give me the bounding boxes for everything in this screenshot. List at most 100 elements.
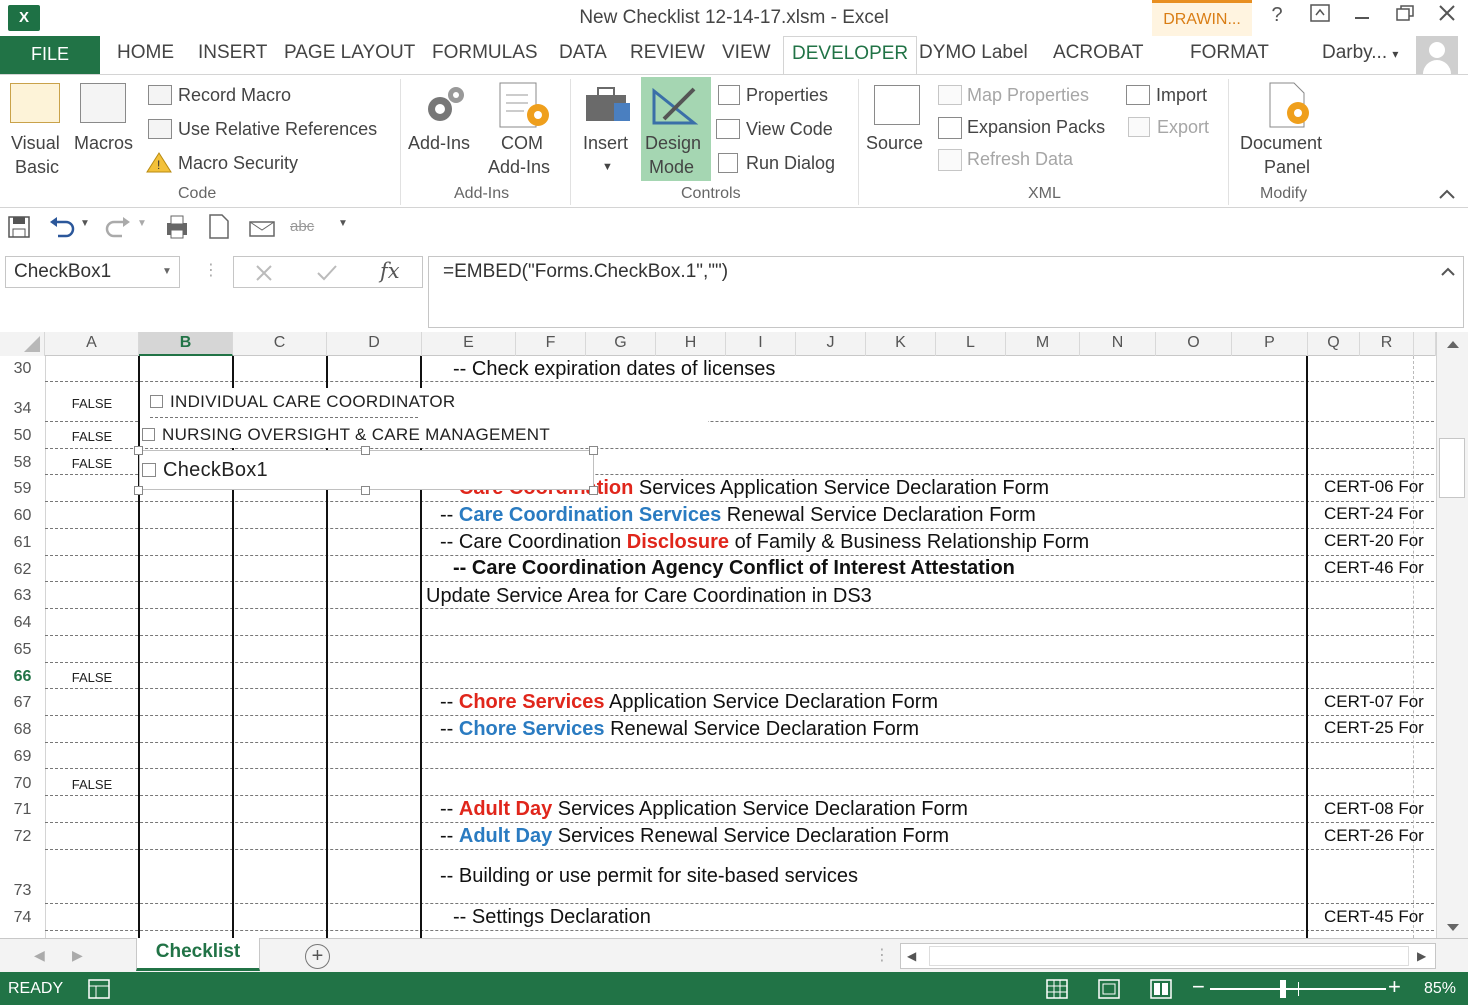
spelling-icon[interactable]: abc (290, 218, 314, 235)
tab-dymo-label[interactable]: DYMO Label (919, 42, 1028, 64)
checkbox-nursing-oversight[interactable]: NURSING OVERSIGHT & CARE MANAGEMENT (142, 425, 550, 445)
cell-q59[interactable]: CERT-06 For (1324, 477, 1434, 497)
col-header-f[interactable]: F (516, 332, 586, 356)
cell-q72[interactable]: CERT-26 For (1324, 826, 1434, 846)
row-header[interactable]: 64 (0, 614, 45, 632)
tab-review[interactable]: REVIEW (630, 42, 705, 64)
tab-format[interactable]: FORMAT (1190, 42, 1269, 64)
row-header[interactable]: 58 (0, 454, 45, 472)
help-icon[interactable]: ? (1262, 4, 1292, 27)
cell-q62[interactable]: CERT-46 For (1324, 558, 1434, 578)
row-header[interactable]: 74 (0, 909, 45, 927)
avatar[interactable] (1416, 36, 1458, 74)
col-header-k[interactable]: K (866, 332, 936, 356)
col-header-m[interactable]: M (1006, 332, 1080, 356)
resize-handle[interactable] (134, 486, 143, 495)
row-header[interactable]: 70 (0, 775, 45, 793)
row-header[interactable]: 66 (0, 668, 45, 686)
cell-e61[interactable]: -- Care Coordination Disclosure of Famil… (440, 531, 1089, 554)
col-header-q[interactable]: Q (1308, 332, 1360, 356)
contextual-tab-drawing-tools[interactable]: DRAWIN... (1152, 0, 1252, 36)
cell-e73[interactable]: -- Building or use permit for site-based… (440, 865, 858, 888)
undo-icon[interactable] (48, 216, 76, 238)
cell-e63[interactable]: Update Service Area for Care Coordinatio… (426, 585, 872, 608)
sheet-prev-icon[interactable]: ◀ (34, 947, 45, 964)
zoom-level[interactable]: 85% (1424, 980, 1456, 998)
tab-data[interactable]: DATA (559, 42, 607, 64)
col-header-n[interactable]: N (1080, 332, 1156, 356)
horizontal-scroll-thumb[interactable] (929, 946, 1409, 966)
quick-print-icon[interactable] (164, 214, 190, 240)
cell-a66[interactable]: FALSE (46, 670, 138, 685)
row-header[interactable]: 67 (0, 694, 45, 712)
col-header-l[interactable]: L (936, 332, 1006, 356)
col-header-c[interactable]: C (233, 332, 327, 356)
macro-recording-icon[interactable] (88, 979, 110, 999)
cell-q74[interactable]: CERT-45 For (1324, 907, 1434, 927)
tab-home[interactable]: HOME (117, 42, 174, 64)
cell-e72[interactable]: -- Adult Day Services Renewal Service De… (440, 825, 949, 848)
col-header-i[interactable]: I (726, 332, 796, 356)
formula-input[interactable]: =EMBED("Forms.CheckBox.1","") (428, 256, 1464, 328)
select-all-button[interactable] (0, 332, 45, 356)
close-icon[interactable] (1432, 4, 1462, 28)
name-box[interactable]: CheckBox1 ▼ (5, 256, 180, 288)
minimize-icon[interactable] (1347, 4, 1377, 28)
row-header[interactable]: 60 (0, 507, 45, 525)
row-header[interactable]: 73 (0, 882, 45, 900)
sheet-tab-checklist[interactable]: Checklist (136, 938, 260, 971)
tab-view[interactable]: VIEW (722, 42, 771, 64)
insert-function-icon[interactable]: fx (380, 259, 400, 283)
cell-q67[interactable]: CERT-07 For (1324, 692, 1434, 712)
tab-file[interactable]: FILE (0, 36, 100, 74)
scroll-right-icon[interactable]: ▶ (1417, 949, 1426, 963)
resize-handle[interactable] (134, 446, 143, 455)
checkbox-individual-care-coordinator[interactable]: INDIVIDUAL CARE COORDINATOR (150, 392, 456, 412)
tab-page-layout[interactable]: PAGE LAYOUT (284, 42, 415, 64)
resize-handle[interactable] (361, 486, 370, 495)
tab-split-grip-icon[interactable]: ⋮ (874, 945, 890, 965)
tab-acrobat[interactable]: ACROBAT (1053, 42, 1143, 64)
enter-icon[interactable] (316, 263, 338, 283)
row-header[interactable]: 63 (0, 587, 45, 605)
undo-dropdown-icon[interactable]: ▼ (80, 218, 90, 229)
row-header[interactable]: 69 (0, 748, 45, 766)
row-header[interactable]: 68 (0, 721, 45, 739)
col-header-j[interactable]: J (796, 332, 866, 356)
row-header[interactable]: 62 (0, 561, 45, 579)
page-break-preview-icon[interactable] (1150, 979, 1172, 999)
scroll-up-icon[interactable] (1445, 338, 1461, 350)
tab-insert[interactable]: INSERT (198, 42, 267, 64)
horizontal-scrollbar[interactable]: ◀ ▶ (900, 943, 1436, 969)
page-layout-view-icon[interactable] (1098, 979, 1120, 999)
row-header[interactable]: 61 (0, 534, 45, 552)
cell-q61[interactable]: CERT-20 For (1324, 531, 1434, 551)
collapse-ribbon-icon[interactable] (1438, 187, 1456, 205)
col-header-h[interactable]: H (656, 332, 726, 356)
cell-e71[interactable]: -- Adult Day Services Application Servic… (440, 798, 968, 821)
row-header[interactable]: 65 (0, 641, 45, 659)
name-box-dropdown-icon[interactable]: ▼ (162, 257, 172, 287)
user-account[interactable]: Darby... ▾ (1322, 42, 1398, 64)
col-header-r[interactable]: R (1360, 332, 1414, 356)
col-header-b[interactable]: B (139, 332, 233, 356)
cell-a50[interactable]: FALSE (46, 429, 138, 444)
vertical-scrollbar[interactable] (1436, 332, 1468, 940)
resize-handle[interactable] (589, 446, 598, 455)
cell-q68[interactable]: CERT-25 For (1324, 718, 1434, 738)
cell-q71[interactable]: CERT-08 For (1324, 799, 1434, 819)
cell-a58[interactable]: FALSE (46, 456, 138, 471)
collapse-formula-bar-icon[interactable] (1441, 267, 1455, 277)
row-header[interactable]: 30 (0, 360, 45, 378)
restore-icon[interactable] (1390, 4, 1420, 28)
row-header[interactable]: 71 (0, 801, 45, 819)
email-icon[interactable] (248, 214, 276, 240)
col-header-d[interactable]: D (327, 332, 422, 356)
new-document-icon[interactable] (208, 214, 230, 240)
cell-e68[interactable]: -- Chore Services Renewal Service Declar… (440, 718, 919, 741)
tab-developer[interactable]: DEVELOPER (783, 36, 918, 76)
cancel-icon[interactable] (254, 263, 274, 283)
redo-icon[interactable] (104, 216, 132, 238)
row-header[interactable]: 72 (0, 828, 45, 846)
normal-view-icon[interactable] (1046, 979, 1068, 999)
